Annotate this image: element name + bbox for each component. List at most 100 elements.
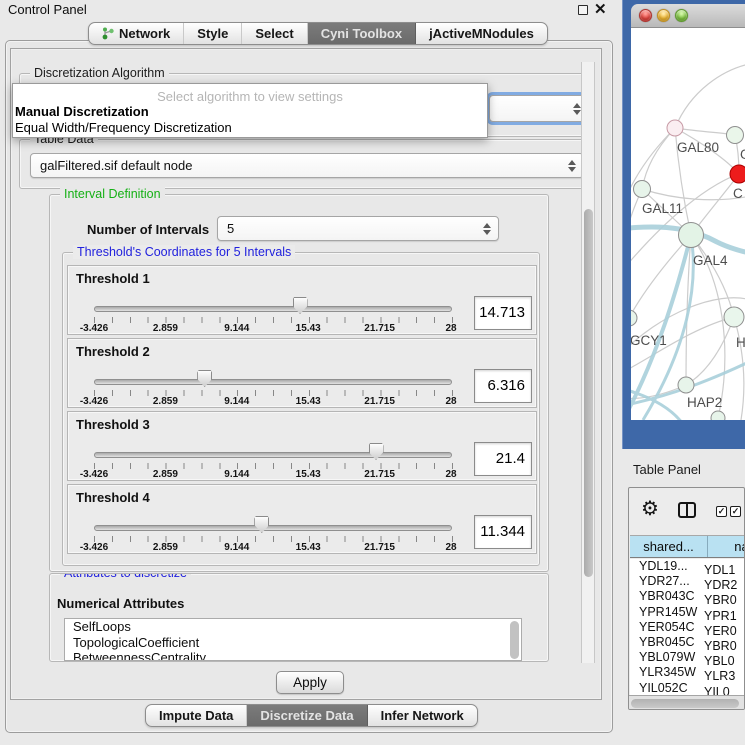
table-body[interactable]: YDL19...YDL1YDR27...YDR2YBR043CYBR0YPR14… — [630, 559, 745, 695]
slider-tick-label: 28 — [428, 396, 474, 407]
column-layout-icon[interactable] — [678, 502, 696, 518]
apply-button[interactable]: Apply — [276, 671, 344, 694]
checkbox-filter-icon[interactable]: ✓ — [730, 506, 741, 517]
network-node[interactable] — [711, 411, 725, 420]
table-row[interactable]: YER054CYER0 — [630, 620, 745, 635]
cell-shared-name[interactable]: YPR145W — [630, 605, 702, 620]
network-nodes[interactable] — [631, 120, 745, 420]
tab-jactivemnodules[interactable]: jActiveMNodules — [416, 23, 547, 44]
slider-track[interactable] — [94, 379, 452, 385]
table-row[interactable]: YIL052CYIL0 — [630, 681, 745, 696]
slider-track[interactable] — [94, 452, 452, 458]
attribute-list-item[interactable]: BetweennessCentrality — [65, 650, 521, 661]
tab-label: Select — [255, 23, 293, 45]
slider-tick-label: 2.859 — [142, 542, 188, 553]
zoom-traffic-light-icon[interactable] — [675, 9, 688, 22]
network-node[interactable] — [727, 127, 744, 144]
network-node[interactable] — [679, 223, 704, 248]
tab-impute-data[interactable]: Impute Data — [146, 705, 247, 726]
tab-style[interactable]: Style — [184, 23, 242, 44]
threshold-value-field[interactable]: 6.316 — [474, 369, 532, 403]
tab-label: Discretize Data — [260, 705, 353, 727]
slider-tick-label: 28 — [428, 469, 474, 480]
table-row[interactable]: YBR045CYBR0 — [630, 635, 745, 650]
tab-infer-network[interactable]: Infer Network — [368, 705, 477, 726]
tab-label: Style — [197, 23, 228, 45]
algorithm-option[interactable]: Manual Discretization — [15, 104, 487, 120]
attributes-list-scrollbar[interactable] — [510, 621, 519, 659]
network-node-selected[interactable] — [730, 165, 745, 183]
column-header-shared-name[interactable]: shared... — [630, 536, 708, 557]
table-data-combobox[interactable]: galFiltered.sif default node — [30, 153, 584, 178]
scrollbar-thumb[interactable] — [584, 209, 593, 577]
network-canvas[interactable]: GAL80GACGAL11GAL4GCY1HHAP2 — [631, 28, 745, 420]
tab-network[interactable]: Network — [89, 23, 184, 44]
slider-tick-label: 9.144 — [214, 396, 260, 407]
cell-shared-name[interactable]: YDL19... — [630, 559, 702, 574]
tab-label: jActiveMNodules — [429, 23, 534, 45]
algorithm-combobox[interactable] — [489, 95, 589, 122]
table-panel-title: Table Panel — [633, 462, 701, 477]
slider-tick-label: -3.426 — [71, 469, 117, 480]
table-row[interactable]: YPR145WYPR1 — [630, 605, 745, 620]
node-table: ⚙ ✓ ✓ shared... na YDL19...YDL1YDR27...Y… — [628, 487, 745, 710]
slider-track[interactable] — [94, 525, 452, 531]
gear-icon[interactable]: ⚙ — [641, 496, 659, 521]
threshold-panel: Threshold 4-3.4262.8599.14415.4321.71528… — [67, 484, 537, 554]
column-header-name[interactable]: na — [708, 536, 745, 557]
cell-shared-name[interactable]: YDR27... — [630, 574, 702, 589]
cell-name[interactable]: YIL0 — [702, 685, 730, 696]
cell-shared-name[interactable]: YBR045C — [630, 635, 702, 650]
threshold-value-field[interactable]: 21.4 — [474, 442, 532, 476]
close-traffic-light-icon[interactable] — [639, 9, 652, 22]
slider-tick-label: 2.859 — [142, 323, 188, 334]
network-node[interactable] — [678, 377, 694, 393]
network-window-titlebar[interactable] — [631, 4, 745, 28]
table-row[interactable]: YBL079WYBL0 — [630, 650, 745, 665]
panel-title: Control Panel — [8, 2, 87, 17]
tab-discretize-data[interactable]: Discretize Data — [247, 705, 367, 726]
thresholds-group-title: Threshold's Coordinates for 5 Intervals — [73, 245, 295, 259]
node-label: GAL11 — [642, 201, 683, 216]
num-intervals-combobox[interactable]: 5 — [217, 216, 499, 241]
table-row[interactable]: YLR345WYLR3 — [630, 665, 745, 680]
numerical-attributes-list[interactable]: SelfLoopsTopologicalCoefficientBetweenne… — [64, 618, 522, 661]
combo-arrows-icon — [568, 156, 576, 176]
discretization-algorithm-group-title: Discretization Algorithm — [30, 66, 169, 80]
cell-shared-name[interactable]: YLR345W — [630, 665, 702, 680]
node-label: H — [736, 335, 745, 350]
checkbox-filter-icon[interactable]: ✓ — [716, 506, 727, 517]
numerical-attributes-heading: Numerical Attributes — [57, 596, 184, 611]
network-node[interactable] — [667, 120, 683, 136]
table-panel-titlebar: Table Panel — [620, 452, 745, 485]
network-node[interactable] — [631, 310, 637, 326]
slider-tick-label: 28 — [428, 542, 474, 553]
cell-shared-name[interactable]: YIL052C — [630, 681, 702, 696]
slider-track[interactable] — [94, 306, 452, 312]
cell-shared-name[interactable]: YBR043C — [630, 589, 702, 604]
threshold-label: Threshold 2 — [76, 344, 150, 359]
scrollbar-thumb[interactable] — [631, 699, 739, 708]
threshold-value-field[interactable]: 11.344 — [474, 515, 532, 549]
tab-select[interactable]: Select — [242, 23, 307, 44]
cell-shared-name[interactable]: YBL079W — [630, 650, 702, 665]
attribute-list-item[interactable]: TopologicalCoefficient — [65, 635, 521, 651]
tab-cyni-toolbox[interactable]: Cyni Toolbox — [308, 23, 416, 44]
float-window-icon[interactable] — [578, 5, 588, 15]
network-node[interactable] — [724, 307, 744, 327]
attribute-list-item[interactable]: SelfLoops — [65, 619, 521, 635]
threshold-value-field[interactable]: 14.713 — [474, 296, 532, 330]
slider-tick-label: 9.144 — [214, 542, 260, 553]
table-row[interactable]: YBR043CYBR0 — [630, 589, 745, 604]
table-row[interactable]: YDL19...YDL1 — [630, 559, 745, 574]
close-icon[interactable]: ✕ — [594, 0, 607, 18]
minimize-traffic-light-icon[interactable] — [657, 9, 670, 22]
threshold-label: Threshold 1 — [76, 271, 150, 286]
table-row[interactable]: YDR27...YDR2 — [630, 574, 745, 589]
algorithm-option[interactable]: Equal Width/Frequency Discretization — [15, 120, 487, 136]
thresholds-group: Threshold's Coordinates for 5 Intervals … — [62, 252, 540, 566]
content-vertical-scrollbar[interactable] — [581, 62, 595, 663]
cell-shared-name[interactable]: YER054C — [630, 620, 702, 635]
table-horizontal-scrollbar[interactable] — [629, 695, 744, 709]
network-node[interactable] — [634, 181, 651, 198]
